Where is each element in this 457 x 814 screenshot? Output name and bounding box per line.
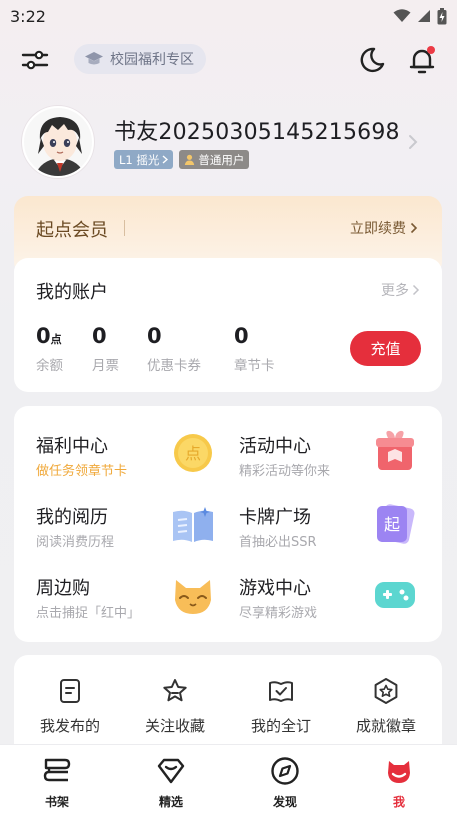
nav-label: 我 [392, 795, 405, 809]
nav-label: 精选 [158, 795, 183, 809]
feature-subtitle: 阅读消费历程 [36, 535, 115, 550]
feature-subtitle: 首抽必出SSR [239, 535, 317, 550]
coin-icon: 点 [174, 434, 212, 472]
vip-divider [124, 220, 125, 236]
stat-unit: 点 [50, 333, 62, 346]
stat-value: 0 [36, 324, 51, 348]
profile-chevron-right-icon [409, 135, 418, 149]
avatar-image [24, 108, 92, 176]
nav-label: 发现 [272, 795, 297, 809]
card-icon: 起 [377, 504, 415, 544]
action-label: 关注收藏 [144, 717, 205, 735]
feature-subtitle: 做任务领章节卡 [36, 464, 128, 479]
battery-icon [437, 7, 447, 24]
action-achievement-badges[interactable]: 成就徽章 [336, 677, 436, 736]
feature-title: 我的阅历 [36, 507, 108, 528]
nav-label: 书架 [44, 795, 69, 809]
compass-icon [271, 757, 299, 785]
svg-text:起: 起 [384, 515, 400, 534]
features-card: 福利中心 做任务领章节卡 点 活动中心 精彩活动等你来 我的阅历 阅读消费历程 … [14, 406, 442, 642]
stat-monthly-ticket[interactable]: 0 月票 [92, 324, 119, 374]
stat-value: 0 [234, 324, 249, 348]
nav-bookshelf[interactable]: 书架 [27, 755, 87, 810]
stat-label: 章节卡 [234, 358, 275, 374]
night-mode-moon-icon[interactable] [356, 45, 386, 75]
gamepad-icon [375, 582, 415, 608]
user-type-badge: 普通用户 [179, 150, 250, 169]
subscribe-check-icon [269, 681, 293, 702]
badge-icon [374, 678, 398, 704]
profile-badges: L1 摇光 普通用户 [114, 150, 250, 169]
feature-title: 周边购 [36, 578, 90, 599]
person-icon [185, 154, 195, 165]
nav-me[interactable]: 我 [369, 755, 429, 810]
profile-mascot-icon [388, 761, 410, 783]
feature-subtitle: 尽享精彩游戏 [239, 606, 318, 621]
account-more-link[interactable]: 更多 [381, 280, 420, 300]
gift-box-icon [376, 430, 414, 470]
feature-subtitle: 精彩活动等你来 [239, 464, 331, 479]
wifi-icon [393, 9, 411, 22]
notification-bell-icon[interactable] [406, 44, 438, 76]
vip-renew-button[interactable]: 立即续费 [350, 218, 418, 238]
status-time: 3:22 [10, 6, 46, 26]
settings-sliders-icon[interactable] [20, 45, 50, 75]
cellular-signal-icon [418, 10, 430, 22]
action-label: 我的全订 [250, 717, 311, 735]
level-badge[interactable]: L1 摇光 [114, 150, 174, 169]
stat-value: 0 [147, 324, 162, 348]
recharge-button[interactable]: 充值 [350, 331, 421, 366]
feature-title: 福利中心 [36, 436, 108, 457]
stat-value: 0 [92, 324, 107, 348]
action-full-subscriptions[interactable]: 我的全订 [231, 677, 331, 736]
bookshelf-icon [43, 758, 71, 782]
stat-balance[interactable]: 0点 余额 [36, 324, 63, 374]
vip-renew-label: 立即续费 [350, 221, 406, 237]
nav-discover[interactable]: 发现 [255, 755, 315, 810]
account-more-label: 更多 [381, 283, 409, 299]
star-icon [163, 679, 187, 702]
feature-title: 活动中心 [239, 436, 311, 457]
level-badge-label: L1 摇光 [119, 152, 160, 167]
stat-label: 余额 [36, 358, 63, 374]
feature-subtitle: 点击捕捉「红中」 [36, 606, 141, 621]
profile-header[interactable]: 书友20250305145215698 L1 摇光 普通用户 [22, 106, 442, 180]
svg-text:点: 点 [185, 444, 201, 463]
diamond-icon [157, 758, 185, 784]
campus-welfare-label: 校园福利专区 [110, 52, 194, 68]
user-type-label: 普通用户 [198, 152, 245, 167]
stat-coupons[interactable]: 0 优惠卡券 [147, 324, 201, 374]
stat-label: 月票 [92, 358, 119, 374]
feature-title: 游戏中心 [239, 578, 311, 599]
feature-title: 卡牌广场 [239, 507, 311, 528]
status-icons [393, 7, 447, 25]
stat-label: 优惠卡券 [147, 358, 201, 374]
cat-mascot-icon [175, 580, 211, 614]
username[interactable]: 书友20250305145215698 [114, 114, 400, 146]
account-title: 我的账户 [36, 282, 108, 303]
chevron-right-icon [162, 155, 169, 164]
open-book-icon [173, 507, 213, 542]
chevron-right-icon [412, 284, 420, 296]
action-label: 成就徽章 [355, 717, 416, 735]
graduation-cap-icon [85, 52, 103, 65]
bottom-navigation: 书架 精选 发现 我 [0, 745, 457, 814]
nav-featured[interactable]: 精选 [141, 755, 201, 810]
avatar[interactable] [22, 106, 94, 178]
vip-title: 起点会员 [36, 220, 108, 241]
account-card: 我的账户 更多 0点 余额 0 月票 0 优惠卡券 0 章节卡 充值 [14, 258, 442, 392]
campus-welfare-button[interactable]: 校园福利专区 [74, 44, 206, 74]
action-label: 我发布的 [39, 717, 100, 735]
status-bar: 3:22 [0, 0, 457, 32]
document-icon [60, 679, 80, 703]
action-my-posts[interactable]: 我发布的 [20, 677, 120, 736]
chevron-right-icon [410, 222, 418, 234]
top-bar: 校园福利专区 [0, 40, 457, 80]
action-follow-favorites[interactable]: 关注收藏 [125, 677, 225, 736]
stat-chapter-cards[interactable]: 0 章节卡 [234, 324, 275, 374]
